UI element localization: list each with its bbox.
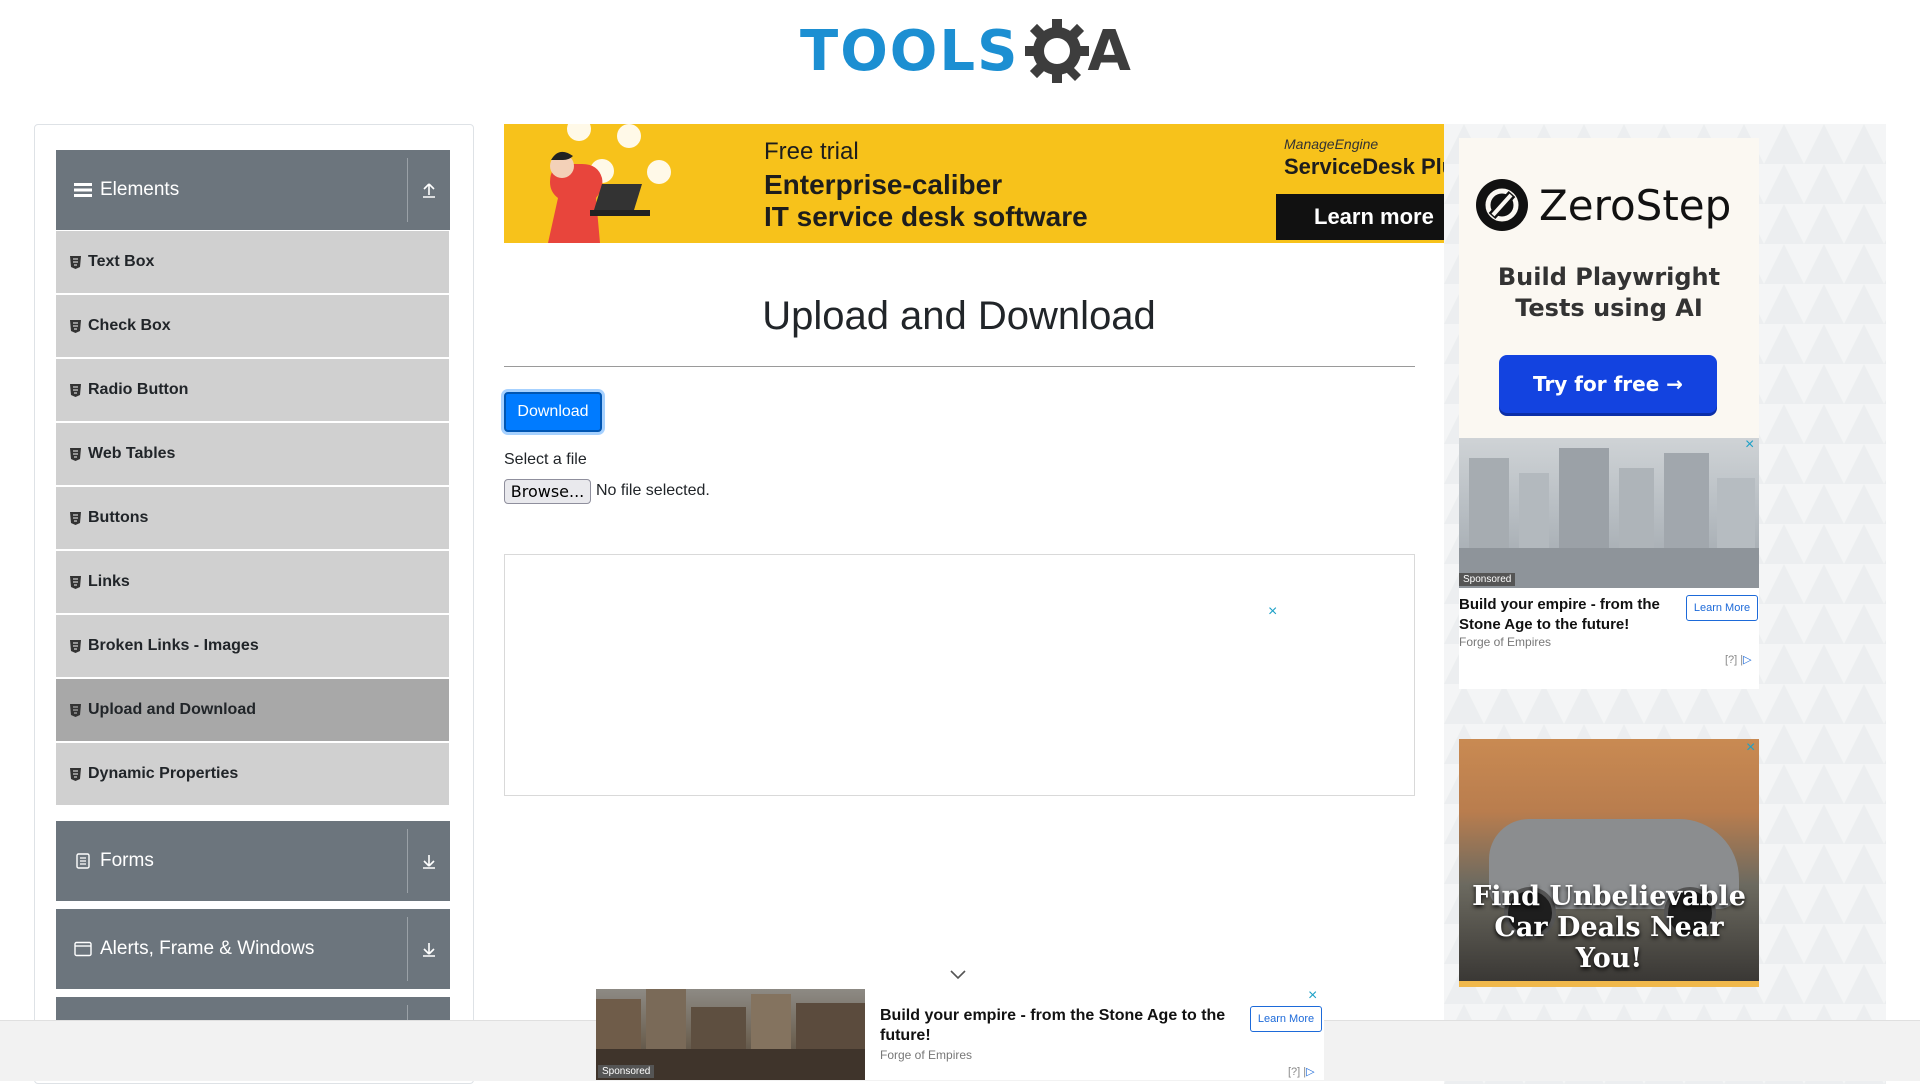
hamburger-icon [72, 179, 94, 201]
bottom-ad-title[interactable]: Build your empire - from the Stone Age t… [880, 1006, 1240, 1046]
logo-tools-text: TOOLS [800, 19, 1020, 84]
sidebar-item-buttons[interactable]: Buttons [56, 487, 449, 549]
browse-file-button[interactable]: Browse... [504, 479, 591, 504]
sidebar-item-label: Links [88, 573, 130, 590]
ad-learn-more-button[interactable]: Learn more [1276, 194, 1444, 240]
gear-icon [1025, 19, 1090, 83]
sponsored-badge: Sponsored [1459, 573, 1516, 586]
group-header-elements[interactable]: Elements [56, 150, 450, 230]
expand-arrow-icon[interactable] [408, 853, 450, 869]
try-for-free-button[interactable]: Try for free → [1499, 355, 1717, 413]
ad-line-2: Enterprise-caliber [764, 169, 1003, 200]
sidebar-item-label: Buttons [88, 509, 149, 526]
toolsqa-logo[interactable]: TOOLS A [800, 14, 1131, 90]
collapse-arrow-icon[interactable] [408, 182, 450, 198]
adchoices-icon: ▷ [1743, 654, 1752, 666]
sidebar-item-upload-and-download[interactable]: Upload and Download [56, 679, 449, 741]
html5-icon [70, 319, 82, 333]
bottom-empire-ad[interactable]: Sponsored Build your empire - from the S… [596, 987, 1324, 1080]
sidebar-item-links[interactable]: Links [56, 551, 449, 613]
logo-a-text: A [1087, 19, 1131, 84]
zerostep-tagline: Build Playwright Tests using AI [1497, 263, 1721, 322]
group-label-alerts: Alerts, Frame & Windows [100, 938, 315, 959]
empire-ad-image [1459, 438, 1759, 588]
sidebar: Elements Text Box Check Box Radio Button… [34, 124, 474, 1084]
sidebar-item-text-box[interactable]: Text Box [56, 231, 449, 293]
file-status-text: No file selected. [596, 482, 710, 499]
sidebar-item-label: Check Box [88, 317, 171, 334]
ad-line-3: IT service desk software [764, 201, 1088, 232]
ad-brand-large: ServiceDesk Plu [1284, 154, 1444, 179]
empire-ad[interactable]: Sponsored Build your empire - from the S… [1459, 436, 1759, 689]
close-icon[interactable]: × [1308, 987, 1317, 1005]
sidebar-item-label: Broken Links - Images [88, 637, 259, 654]
zerostep-logo-icon [1476, 179, 1528, 231]
ad-info[interactable]: [?] |▷ [1725, 653, 1752, 666]
sidebar-item-broken-links[interactable]: Broken Links - Images [56, 615, 449, 677]
sidebar-item-check-box[interactable]: Check Box [56, 295, 449, 357]
close-icon[interactable]: × [1746, 739, 1755, 757]
sidebar-item-label: Radio Button [88, 381, 189, 398]
download-button[interactable]: Download [504, 392, 602, 432]
adchoices-icon: ▷ [1306, 1066, 1315, 1078]
html5-icon [70, 447, 82, 461]
ad-line-1: Free trial [764, 138, 859, 165]
empire-ad-title[interactable]: Build your empire - from the Stone Age t… [1459, 595, 1689, 635]
select-file-label: Select a file [504, 451, 587, 468]
html5-icon [70, 767, 82, 781]
html5-icon [70, 255, 82, 269]
learn-more-button[interactable]: Learn More [1250, 1006, 1322, 1032]
learn-more-button[interactable]: Learn More [1686, 595, 1758, 621]
sponsored-badge: Sponsored [598, 1065, 655, 1078]
content-ad-slot: × [504, 554, 1415, 796]
group-header-alerts[interactable]: Alerts, Frame & Windows [56, 909, 450, 989]
sidebar-item-radio-button[interactable]: Radio Button [56, 359, 449, 421]
zerostep-name: ZeroStep [1539, 180, 1732, 230]
chevron-down-icon[interactable] [949, 967, 967, 981]
car-deals-ad[interactable]: Find Unbelievable Car Deals Near You! × [1459, 739, 1759, 987]
html5-icon [70, 383, 82, 397]
ad-illustration [548, 124, 671, 243]
sidebar-item-label: Web Tables [88, 445, 176, 462]
html5-icon [70, 511, 82, 525]
car-ad-text: Find Unbelievable Car Deals Near You! [1472, 881, 1746, 974]
empire-ad-source: Forge of Empires [1459, 635, 1552, 649]
sidebar-item-dynamic-properties[interactable]: Dynamic Properties [56, 743, 449, 805]
html5-icon [70, 639, 82, 653]
ad-brand-small: ManageEngine [1284, 136, 1379, 152]
ad-info[interactable]: [?] |▷ [1288, 1065, 1315, 1078]
close-icon[interactable]: × [1745, 436, 1754, 454]
expand-arrow-icon[interactable] [408, 941, 450, 957]
group-header-forms[interactable]: Forms [56, 821, 450, 901]
window-icon [72, 938, 94, 960]
zerostep-ad[interactable]: ZeroStep Build Playwright Tests using AI… [1459, 138, 1759, 438]
close-icon[interactable]: × [1268, 603, 1277, 621]
group-label-forms: Forms [100, 850, 154, 871]
document-icon [72, 850, 94, 872]
html5-icon [70, 703, 82, 717]
sidebar-item-label: Dynamic Properties [88, 765, 239, 782]
html5-icon [70, 575, 82, 589]
bottom-ad-source: Forge of Empires [880, 1048, 973, 1062]
sidebar-item-web-tables[interactable]: Web Tables [56, 423, 449, 485]
top-ad-banner[interactable]: Free trial Enterprise-caliber IT service… [504, 124, 1444, 243]
sidebar-item-label: Text Box [88, 253, 155, 270]
group-label-elements: Elements [100, 179, 180, 200]
title-divider [504, 366, 1415, 367]
sidebar-item-label: Upload and Download [88, 701, 256, 718]
page-title: Upload and Download [762, 294, 1156, 338]
